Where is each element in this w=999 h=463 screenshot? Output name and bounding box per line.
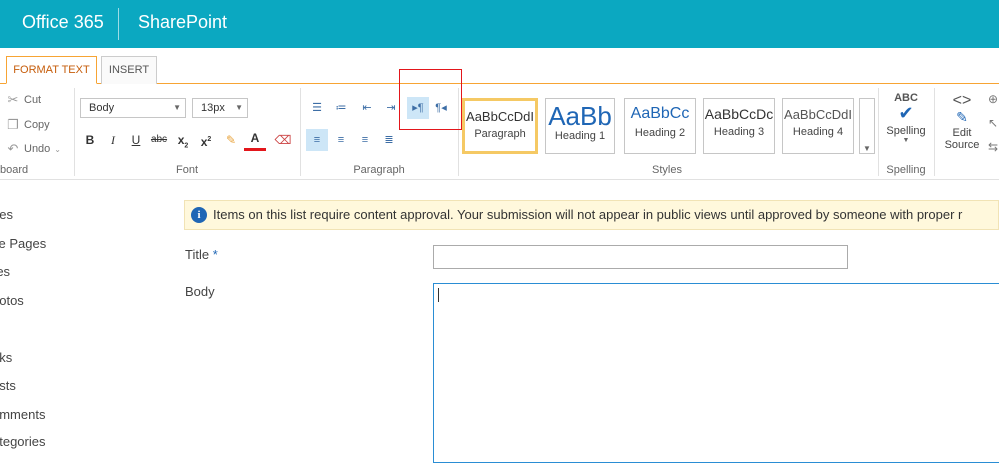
checkmark-icon: ✔: [898, 103, 914, 123]
align-right-icon[interactable]: ≡: [354, 129, 376, 151]
copy-label: Copy: [24, 119, 50, 131]
styles-scroll-button[interactable]: ▼: [859, 98, 875, 154]
subscript-button[interactable]: x2: [172, 129, 194, 151]
office365-brand[interactable]: Office 365: [22, 12, 104, 33]
style-sample: AaBb: [548, 101, 612, 131]
chevron-down-icon: ▼: [235, 103, 243, 112]
font-group-label: Font: [175, 164, 198, 176]
title-label-text: Title: [185, 247, 210, 262]
chevron-down-icon: ▼: [173, 103, 181, 112]
highlight-box: [399, 69, 462, 130]
italic-button[interactable]: I: [102, 129, 124, 151]
content-approval-notice: i Items on this list require content app…: [184, 200, 999, 230]
code-icon: <>: [952, 92, 972, 109]
style-heading-4[interactable]: AaBbCcDdI Heading 4: [782, 98, 854, 154]
nav-item[interactable]: nks: [0, 350, 12, 365]
style-name: Heading 3: [713, 126, 765, 138]
cut-button[interactable]: ✂ Cut: [6, 92, 42, 108]
info-icon: i: [191, 207, 207, 223]
style-heading-2[interactable]: AaBbCc Heading 2: [624, 98, 696, 154]
style-name: Heading 1: [554, 130, 606, 142]
edit-source-button[interactable]: <> ✎ Edit Source: [940, 92, 984, 151]
font-size-select[interactable]: 13px ▼: [192, 98, 248, 118]
spelling-button[interactable]: ABC ✔ Spelling ▼: [880, 92, 932, 144]
style-sample: AaBbCcDdI: [466, 109, 534, 124]
styles-group-label: Styles: [652, 164, 682, 176]
highlight-color-icon[interactable]: ✎: [220, 129, 242, 151]
style-name: Heading 4: [792, 126, 844, 138]
sharepoint-app-title[interactable]: SharePoint: [138, 12, 227, 33]
undo-icon: ↶: [7, 141, 19, 156]
clipboard-group-label: board: [0, 164, 29, 176]
bullet-list-icon[interactable]: ☰: [306, 97, 328, 119]
style-sample: AaBbCcDdI: [784, 107, 852, 122]
required-marker: *: [212, 247, 218, 262]
nav-item[interactable]: ategories: [0, 434, 45, 449]
notice-text: Items on this list require content appro…: [213, 207, 963, 222]
divider: [934, 88, 935, 176]
superscript-button[interactable]: x2: [195, 129, 217, 151]
divider: [74, 88, 75, 176]
font-color-icon[interactable]: A: [244, 129, 266, 151]
title-label: Title *: [185, 247, 218, 262]
style-heading-1[interactable]: AaBb Heading 1: [545, 98, 615, 154]
align-left-icon[interactable]: ≡: [306, 129, 328, 151]
nav-item[interactable]: ite Pages: [0, 236, 46, 251]
style-name: Paragraph: [474, 128, 526, 140]
source-label: Source: [944, 139, 980, 151]
cursor-icon[interactable]: ↖: [988, 116, 998, 130]
ribbon: ✂ Cut ❐ Copy ↶ Undo ⌄ board Body ▼ 13px …: [0, 84, 999, 180]
globe-icon[interactable]: ⊕: [988, 92, 998, 106]
font-family-value: Body: [89, 102, 115, 114]
nav-item[interactable]: hotos: [0, 293, 24, 308]
pencil-icon: ✎: [956, 109, 968, 125]
suite-bar: Office 365 SharePoint: [0, 0, 999, 48]
style-paragraph[interactable]: AaBbCcDdI Paragraph: [462, 98, 538, 154]
copy-icon: ❐: [7, 117, 19, 132]
style-name: Heading 2: [634, 127, 686, 139]
align-center-icon[interactable]: ≡: [330, 129, 352, 151]
font-size-value: 13px: [201, 102, 225, 114]
nav-item[interactable]: res: [0, 264, 10, 279]
undo-label: Undo: [24, 143, 51, 155]
style-heading-3[interactable]: AaBbCcDc Heading 3: [703, 98, 775, 154]
tab-insert[interactable]: INSERT: [101, 56, 157, 84]
chevron-down-icon: ▼: [902, 137, 910, 144]
divider: [878, 88, 879, 176]
font-family-select[interactable]: Body ▼: [80, 98, 186, 118]
divider: [300, 88, 301, 176]
nav-item[interactable]: omments: [0, 407, 45, 422]
numbered-list-icon[interactable]: ≔: [330, 97, 352, 119]
style-sample: AaBbCc: [630, 105, 690, 122]
underline-button[interactable]: U: [125, 129, 147, 151]
cut-label: Cut: [24, 94, 42, 106]
text-caret: [438, 288, 439, 302]
paragraph-group-label: Paragraph: [353, 164, 405, 176]
ribbon-tabs: FORMAT TEXT INSERT: [0, 48, 999, 84]
nav-item[interactable]: osts: [0, 378, 16, 393]
chevron-down-icon[interactable]: ⌄: [54, 145, 61, 154]
copy-button[interactable]: ❐ Copy: [6, 117, 50, 133]
suite-divider: [118, 8, 119, 40]
undo-button[interactable]: ↶ Undo ⌄: [6, 141, 61, 157]
body-editor[interactable]: [433, 283, 999, 463]
tab-format-text[interactable]: FORMAT TEXT: [6, 56, 97, 84]
spelling-label: Spelling: [886, 125, 926, 137]
justify-icon[interactable]: ≣: [378, 129, 400, 151]
title-input[interactable]: [433, 245, 848, 269]
spelling-group-label: Spelling: [886, 164, 926, 176]
style-sample: AaBbCcDc: [704, 106, 774, 122]
scissors-icon: ✂: [7, 92, 19, 107]
edit-label: Edit: [952, 127, 972, 139]
bold-button[interactable]: B: [79, 129, 101, 151]
outdent-icon[interactable]: ⇤: [356, 97, 378, 119]
nav-item[interactable]: ries: [0, 207, 13, 222]
strikethrough-button[interactable]: abc: [148, 129, 170, 151]
clear-format-icon[interactable]: ⌫: [272, 129, 294, 151]
body-label: Body: [185, 284, 215, 299]
convert-icon[interactable]: ⇆: [988, 140, 998, 154]
